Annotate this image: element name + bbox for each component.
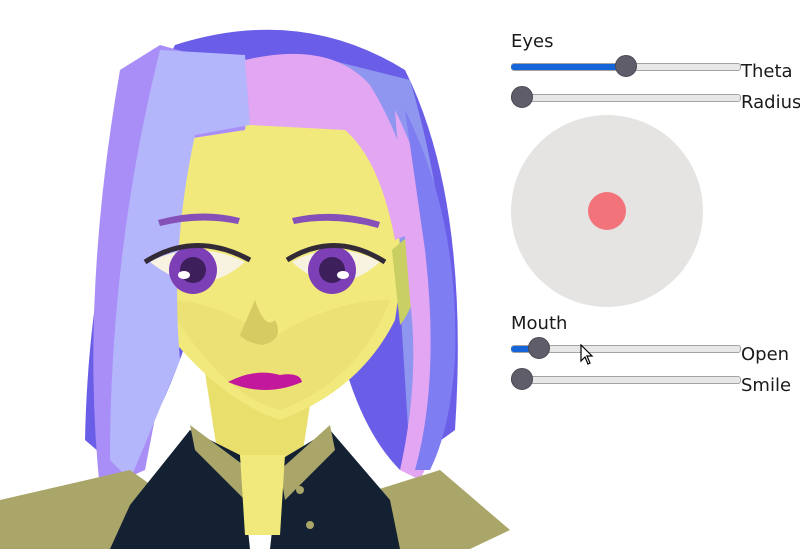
avatar-illustration [0, 29, 510, 549]
open-label: Open [741, 344, 790, 365]
theta-label: Theta [741, 61, 793, 82]
mouth-heading: Mouth [511, 313, 568, 334]
uniform-button [296, 486, 304, 494]
slider-thumb[interactable] [527, 337, 550, 359]
mouse-cursor-icon [580, 344, 594, 365]
slider-thumb[interactable] [615, 55, 637, 77]
radius-slider[interactable] [511, 86, 741, 110]
uniform-button [306, 521, 314, 529]
slider-fill [511, 64, 626, 70]
slider-track [511, 376, 741, 384]
slider-track [511, 94, 741, 102]
slider-thumb[interactable] [511, 368, 533, 390]
open-slider[interactable] [511, 337, 741, 361]
smile-slider[interactable] [511, 368, 741, 392]
eyes-heading: Eyes [511, 31, 554, 52]
neck-front [240, 455, 285, 535]
radius-label: Radius [741, 92, 800, 113]
slider-thumb[interactable] [511, 86, 533, 108]
theta-slider[interactable] [511, 55, 741, 79]
joystick-handle[interactable] [588, 192, 626, 230]
smile-label: Smile [741, 375, 792, 396]
eye-gaze-joystick[interactable] [511, 115, 703, 307]
